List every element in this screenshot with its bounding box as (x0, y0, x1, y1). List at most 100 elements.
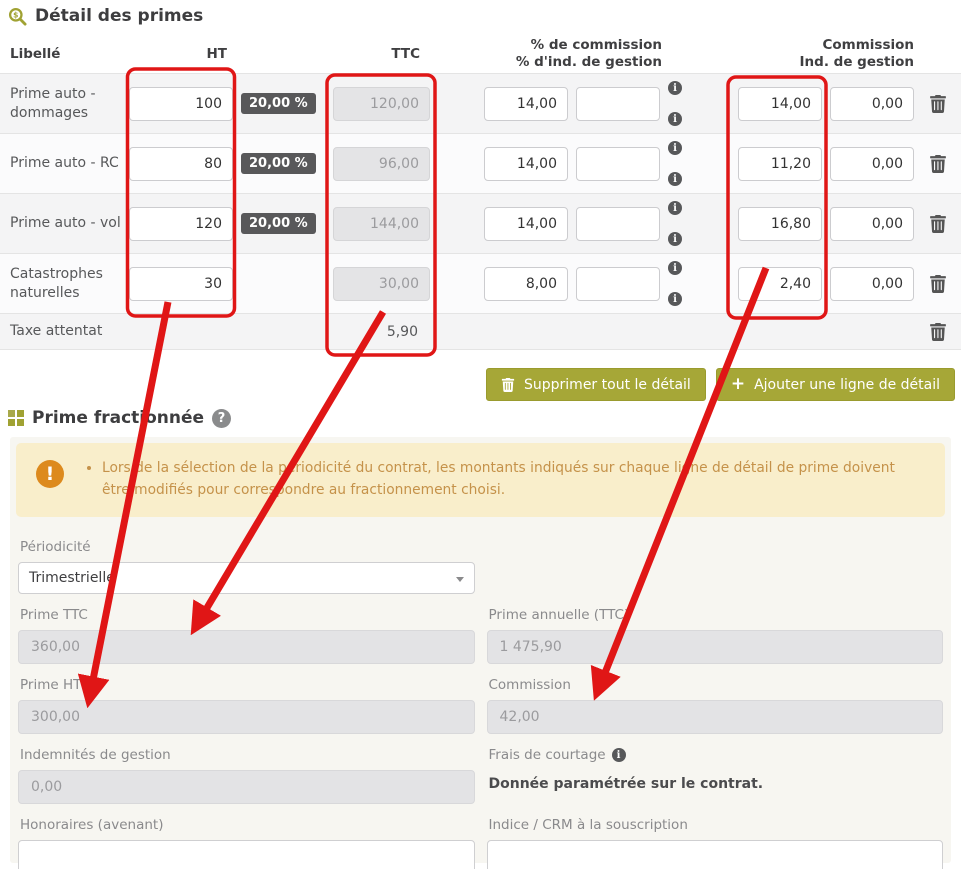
ht-input[interactable] (129, 207, 233, 241)
field-commission: Commission (487, 664, 944, 734)
info-circle-icon[interactable]: i (612, 748, 626, 762)
ht-input[interactable] (129, 267, 233, 301)
pct-commission-input[interactable] (484, 147, 568, 181)
field-label: Honoraires (avenant) (18, 817, 475, 833)
trash-icon (929, 215, 947, 233)
field-label: Périodicité (18, 539, 475, 555)
prime-annuelle-input (487, 630, 944, 664)
trash-icon (501, 378, 515, 392)
ht-input[interactable] (129, 147, 233, 181)
field-label: Indemnités de gestion (18, 747, 475, 763)
periodicite-select[interactable]: Trimestrielle (18, 562, 475, 594)
delete-row-button[interactable] (927, 321, 949, 343)
row-label: Prime auto - vol (0, 214, 125, 233)
field-prime-ht: Prime HT (18, 664, 475, 734)
pct-ind-gestion-input[interactable] (576, 87, 660, 121)
plus-icon: + (731, 376, 745, 393)
ind-gestion-input[interactable] (830, 267, 914, 301)
field-label: Prime TTC (18, 607, 475, 623)
commission-input[interactable] (738, 87, 822, 121)
info-circle-icon[interactable]: i (668, 112, 682, 126)
ttc-input (333, 147, 430, 181)
col-header-pct-commission: % de commission % d'ind. de gestion (480, 37, 690, 71)
info-circle-icon[interactable]: i (668, 261, 682, 275)
ttc-input (333, 207, 430, 241)
table-actions: Supprimer tout le détail + Ajouter une l… (486, 368, 955, 401)
taxe-ttc-value: 5,90 (325, 324, 430, 340)
field-prime-annuelle: Prime annuelle (TTC) (487, 594, 944, 664)
page: $ Détail des primes Libellé HT TTC % de … (0, 0, 961, 869)
ind-gestion-input[interactable] (830, 207, 914, 241)
commission-input[interactable] (738, 267, 822, 301)
question-circle-icon[interactable]: ? (212, 409, 231, 428)
info-circle-icon[interactable]: i (668, 292, 682, 306)
info-circle-icon[interactable]: i (668, 141, 682, 155)
delete-row-button[interactable] (927, 213, 949, 235)
primes-table: Libellé HT TTC % de commission % d'ind. … (0, 34, 961, 350)
row-label: Prime auto - RC (0, 154, 125, 173)
field-indemnites: Indemnités de gestion (18, 734, 475, 804)
delete-row-button[interactable] (927, 93, 949, 115)
trash-icon (929, 155, 947, 173)
ttc-input (333, 267, 430, 301)
pct-ind-gestion-input[interactable] (576, 147, 660, 181)
tax-badge: 20,00 % (241, 213, 316, 234)
table-row: Prime auto - RC 20,00 % i i (0, 133, 961, 193)
field-prime-ttc: Prime TTC (18, 594, 475, 664)
warning-banner: ! Lors de la sélection de la périodicité… (16, 443, 945, 517)
indemnites-input (18, 770, 475, 804)
delete-all-detail-button[interactable]: Supprimer tout le détail (486, 368, 706, 401)
col-header-commission: Commission Ind. de gestion (734, 37, 914, 71)
trash-icon (929, 95, 947, 113)
commission-total-input (487, 700, 944, 734)
col-header-ttc: TTC (325, 46, 430, 62)
grid-icon (8, 410, 24, 426)
field-label: Indice / CRM à la souscription (487, 817, 944, 833)
delete-row-button[interactable] (927, 273, 949, 295)
trash-icon (929, 275, 947, 293)
ht-input[interactable] (129, 87, 233, 121)
col-header-libelle: Libellé (0, 46, 125, 62)
ind-gestion-input[interactable] (830, 147, 914, 181)
prime-fractionnee-header: Prime fractionnée ? (8, 408, 231, 428)
frais-courtage-note: Donnée paramétrée sur le contrat. (487, 776, 944, 792)
field-indice: Indice / CRM à la souscription (487, 804, 944, 869)
field-honoraires: Honoraires (avenant) (18, 804, 475, 869)
indice-crm-input[interactable] (487, 840, 944, 869)
table-row: Prime auto - vol 20,00 % i i (0, 193, 961, 253)
pct-ind-gestion-input[interactable] (576, 267, 660, 301)
prime-ht-input (18, 700, 475, 734)
honoraires-input[interactable] (18, 840, 475, 869)
caret-down-icon (456, 577, 464, 582)
add-detail-line-button[interactable]: + Ajouter une ligne de détail (716, 368, 955, 401)
page-title: Détail des primes (35, 6, 203, 26)
delete-row-button[interactable] (927, 153, 949, 175)
prime-fractionnee-form: Périodicité Trimestrielle Prime TTC Prim… (16, 517, 945, 869)
table-row: Prime auto - dommages 20,00 % i i (0, 73, 961, 133)
tax-badge: 20,00 % (241, 93, 316, 114)
pct-commission-input[interactable] (484, 87, 568, 121)
ind-gestion-input[interactable] (830, 87, 914, 121)
commission-input[interactable] (738, 207, 822, 241)
row-label: Catastrophes naturelles (0, 265, 125, 303)
table-row: Catastrophes naturelles i i (0, 253, 961, 313)
info-circle-icon[interactable]: i (668, 172, 682, 186)
ttc-input (333, 87, 430, 121)
selected-option: Trimestrielle (29, 570, 115, 586)
commission-input[interactable] (738, 147, 822, 181)
field-label: Prime annuelle (TTC) (487, 607, 944, 623)
pct-commission-input[interactable] (484, 207, 568, 241)
col-header-ht: HT (125, 46, 233, 62)
svg-text:$: $ (13, 10, 18, 19)
pct-commission-input[interactable] (484, 267, 568, 301)
detail-primes-header: $ Détail des primes (8, 6, 203, 26)
tax-badge: 20,00 % (241, 153, 316, 174)
info-circle-icon[interactable]: i (668, 201, 682, 215)
row-label: Taxe attentat (0, 322, 125, 341)
info-circle-icon[interactable]: i (668, 81, 682, 95)
pct-ind-gestion-input[interactable] (576, 207, 660, 241)
info-circle-icon[interactable]: i (668, 232, 682, 246)
table-row-taxe-attentat: Taxe attentat 5,90 (0, 313, 961, 350)
warning-text: Lors de la sélection de la périodicité d… (102, 457, 922, 501)
field-periodicite: Périodicité Trimestrielle (18, 517, 475, 594)
